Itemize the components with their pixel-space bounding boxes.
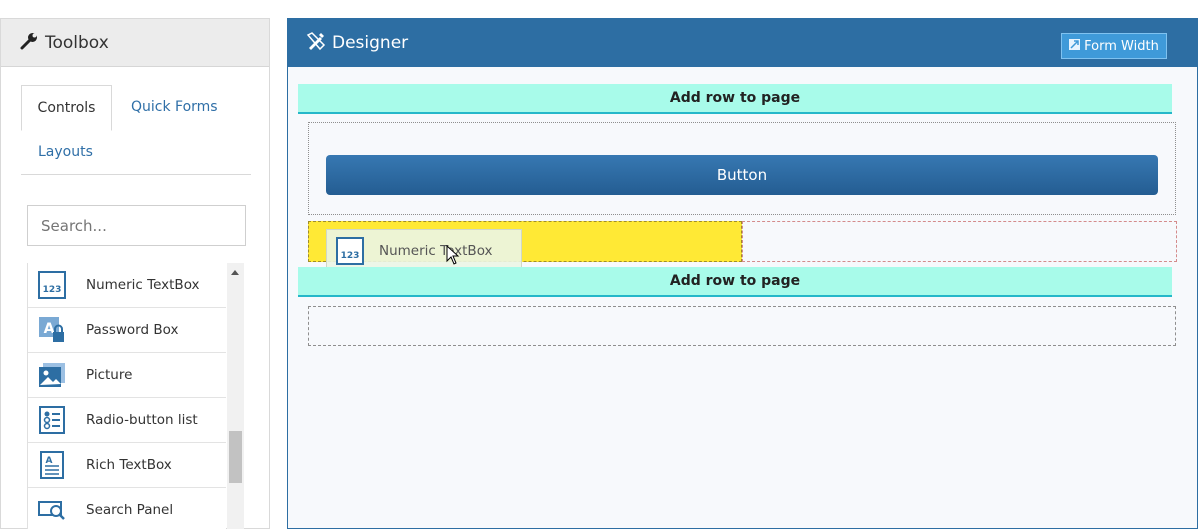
list-item-label: Password Box [86, 322, 179, 338]
toolbox-title: Toolbox [45, 32, 109, 53]
tab-quick-forms[interactable]: Quick Forms [131, 99, 218, 115]
add-row-button[interactable]: Add row to page [298, 84, 1172, 114]
numeric-textbox-icon: 123 [335, 236, 365, 266]
svg-text:A: A [44, 321, 55, 337]
list-item-picture[interactable]: Picture [28, 353, 226, 398]
list-scrollbar[interactable] [227, 263, 244, 529]
svg-text:A: A [46, 456, 53, 466]
drag-ghost-label: Numeric TextBox [379, 243, 493, 259]
svg-text:123: 123 [341, 251, 360, 261]
empty-form-row[interactable] [308, 306, 1176, 346]
designer-header: Designer Form Width [288, 19, 1197, 67]
pencil-ruler-icon [306, 31, 326, 55]
list-item-password-box[interactable]: A Password Box [28, 308, 226, 353]
list-item-label: Radio-button list [86, 412, 198, 428]
wrench-icon [19, 31, 39, 55]
mouse-cursor-icon [446, 244, 460, 269]
list-item-label: Rich TextBox [86, 457, 172, 473]
drop-target-empty[interactable] [742, 221, 1177, 262]
list-item-rich-textbox[interactable]: A Rich TextBox [28, 443, 226, 488]
form-button[interactable]: Button [326, 155, 1158, 195]
password-box-icon: A [36, 314, 68, 346]
designer-panel: Designer Form Width Add row to page Butt… [287, 18, 1198, 529]
search-input[interactable] [27, 205, 246, 246]
add-row-button[interactable]: Add row to page [298, 267, 1172, 297]
form-width-label: Form Width [1084, 38, 1159, 54]
rich-textbox-icon: A [36, 449, 68, 481]
designer-title: Designer [332, 33, 409, 53]
tab-controls[interactable]: Controls [21, 85, 112, 131]
svg-text:123: 123 [43, 285, 62, 295]
tab-layouts[interactable]: Layouts [38, 144, 93, 160]
radio-list-icon [36, 404, 68, 436]
control-list: 123 Numeric TextBox A Password Box Pictu… [27, 263, 245, 529]
list-item-label: Numeric TextBox [86, 277, 200, 293]
search-panel-icon [36, 494, 68, 526]
numeric-textbox-icon: 123 [36, 269, 68, 301]
list-item-label: Picture [86, 367, 133, 383]
expand-icon [1069, 38, 1081, 54]
list-item-label: Search Panel [86, 502, 174, 518]
toolbox-panel: Toolbox Controls Quick Forms Layouts 123… [0, 18, 270, 529]
picture-icon [36, 359, 68, 391]
scroll-thumb[interactable] [229, 431, 242, 483]
list-item-radio-button-list[interactable]: Radio-button list [28, 398, 226, 443]
form-width-button[interactable]: Form Width [1061, 33, 1167, 59]
toolbox-header: Toolbox [1, 19, 269, 67]
toolbox-tabs: Controls Quick Forms Layouts [21, 85, 251, 175]
scroll-up-arrow-icon[interactable] [231, 270, 239, 275]
list-item-search-panel[interactable]: Search Panel [28, 488, 226, 529]
list-item-numeric-textbox[interactable]: 123 Numeric TextBox [28, 263, 226, 308]
